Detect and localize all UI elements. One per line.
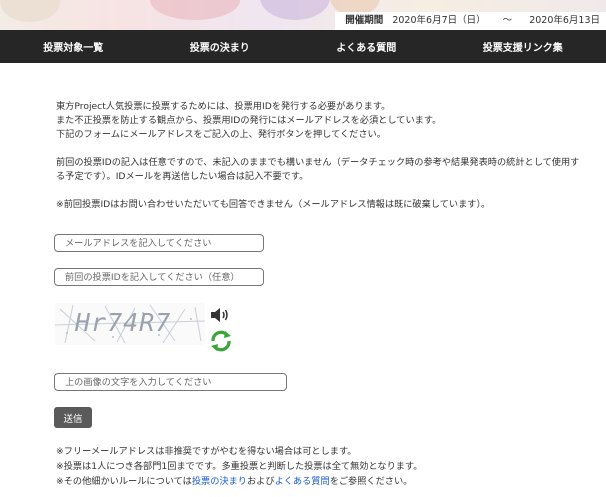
captcha-image: Hr74R7 (55, 303, 205, 345)
email-input[interactable] (54, 234, 264, 252)
prev-id-explanation: 前回の投票IDの記入は任意ですので、未記入のままでも構いません（データチェック時… (56, 157, 580, 182)
note-text: をご参照ください。 (329, 476, 413, 487)
main-nav: 投票対象一覧 投票の決まり よくある質問 投票支援リンク集 (0, 30, 606, 63)
period-separator: ～ (502, 15, 513, 26)
nav-item-voting-rules[interactable]: 投票の決まり (190, 39, 250, 54)
captcha-input[interactable] (54, 373, 287, 391)
prev-id-notice: ※前回投票IDはお問い合わせいただいても回答できません（メールアドレス情報は既に… (56, 199, 491, 210)
voting-period: 開催期間 2020年6月7日（日） ～ 2020年6月13日 (335, 12, 606, 30)
notes: ※フリーメールアドレスは非推奨ですがやむを得ない場合は可とします。 ※投票は1人… (56, 444, 422, 489)
nav-item-faq[interactable]: よくある質問 (336, 39, 396, 54)
nav-item-support-links[interactable]: 投票支援リンク集 (483, 39, 563, 54)
note-line: ※その他細かいルールについては投票の決まりおよびよくある質問をご参照ください。 (56, 474, 422, 489)
banner-artwork (260, 0, 330, 20)
header-banner: 開催期間 2020年6月7日（日） ～ 2020年6月13日 (0, 0, 606, 30)
period-start: 2020年6月7日（日） (392, 15, 486, 26)
period-label: 開催期間 (345, 15, 384, 26)
note-line: ※投票は1人につき各部門1回までです。多重投票と判断した投票は全て無効となります… (56, 461, 423, 472)
intro-line: また不正投票を防止する観点から、投票用IDの発行にはメールアドレスを必須としてい… (56, 115, 442, 126)
submit-button[interactable]: 送信 (54, 407, 92, 428)
banner-artwork (150, 0, 240, 20)
intro-text: 東方Project人気投票に投票するためには、投票用IDを発行する必要があります… (56, 100, 586, 212)
period-end: 2020年6月13日 (529, 15, 600, 26)
faq-link[interactable]: よくある質問 (275, 476, 330, 487)
note-text: ※その他細かいルールについては (56, 476, 192, 487)
note-text: および (247, 476, 275, 487)
previous-id-input[interactable] (54, 268, 264, 286)
banner-artwork (0, 0, 60, 22)
captcha-text: Hr74R7 (75, 308, 172, 337)
note-line: ※フリーメールアドレスは非推奨ですがやむを得ない場合は可とします。 (56, 446, 357, 457)
speaker-icon[interactable] (209, 306, 231, 328)
voting-rules-link[interactable]: 投票の決まり (192, 476, 247, 487)
intro-line: 下記のフォームにメールアドレスをご記入の上、発行ボタンを押してください。 (56, 129, 386, 140)
refresh-icon[interactable] (209, 330, 233, 356)
nav-item-vote-targets[interactable]: 投票対象一覧 (43, 39, 103, 54)
intro-line: 東方Project人気投票に投票するためには、投票用IDを発行する必要があります… (56, 101, 391, 112)
